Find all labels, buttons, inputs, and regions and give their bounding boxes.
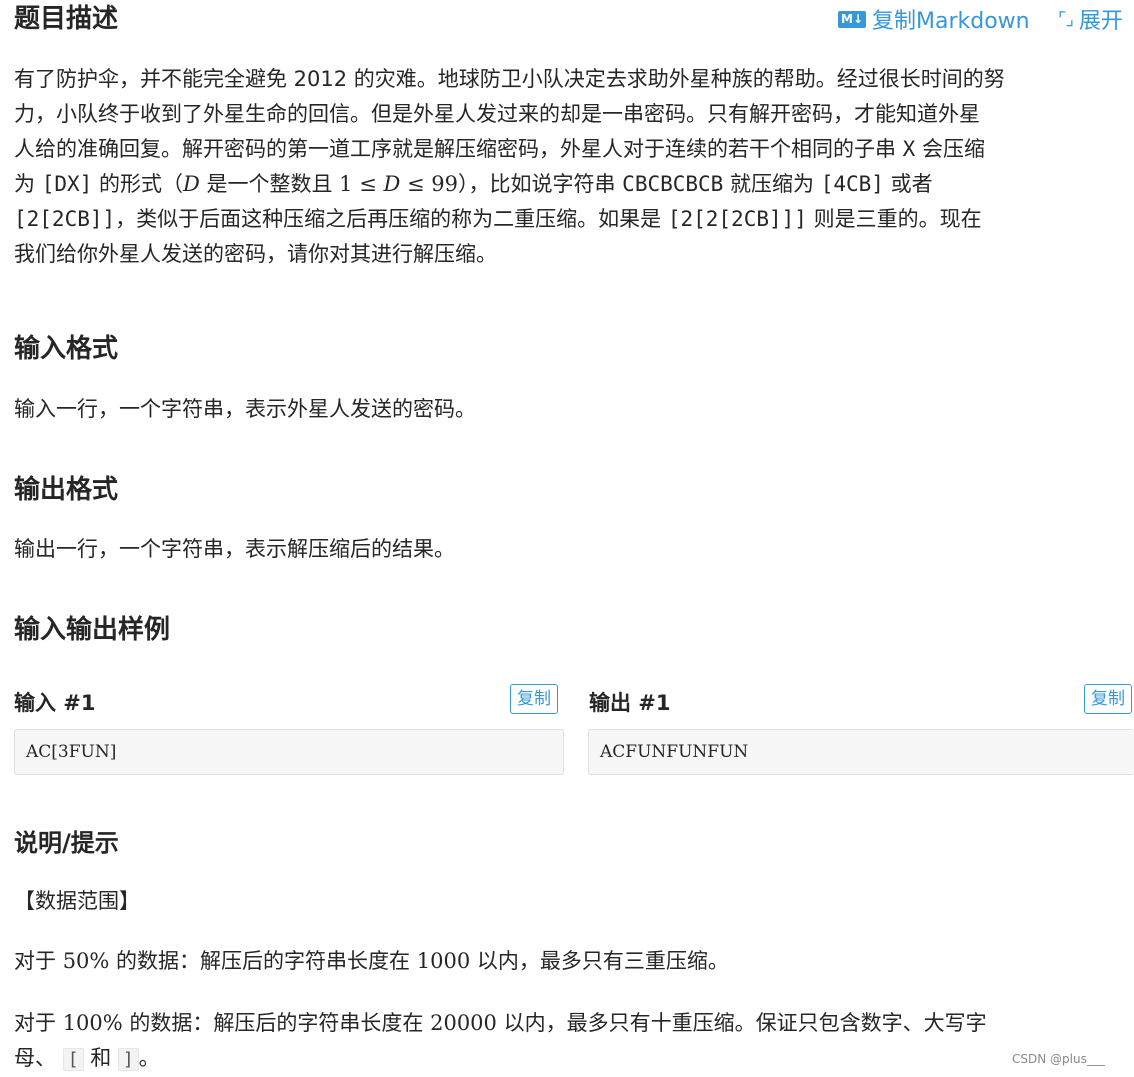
sample-output-box[interactable]: ACFUNFUNFUN [588,729,1134,775]
math-expr: 50% [62,949,110,973]
desc-text: 的形式（ [92,172,183,196]
math-var: D [182,172,200,196]
inline-code: CBCBCBCB [622,172,724,196]
inline-code: [4CB] [820,172,884,196]
copy-output-button[interactable]: 复制 [1084,684,1132,714]
samples-title: 输入输出样例 [14,615,171,645]
copy-input-button[interactable]: 复制 [510,684,558,714]
expand-icon: ⌜⌟ [1058,8,1074,30]
hint-text: 母、 [14,1046,56,1070]
desc-line: 有了防护伞，并不能完全避免 2012 的灾难。地球防卫小队决定去求助外星种族的帮… [14,67,1005,91]
expand-label: 展开 [1078,9,1123,34]
hint-text: 对于 [14,1011,63,1035]
math-expr: 20000 [430,1011,497,1035]
desc-text: 人给的准确回复。解开密码的第一道工序就是解压缩密码，外星人对于连续的若干个相同的… [14,137,903,161]
hint-line: 母、 [ 和 ]。 [14,1041,1134,1077]
hint-text: 以内，最多只有三重压缩。 [470,949,729,973]
inline-code: [2[2[2CB]]] [667,207,807,231]
hint-text: 对于 [14,949,63,973]
math-expr: 1000 [416,949,471,973]
desc-line: 为 [DX] 的形式（D 是一个整数且 1 ≤ D ≤ 99），比如说字符串 C… [14,167,1134,202]
data-range-title: 【数据范围】 [14,889,140,913]
desc-text: ，类似于后面这种压缩之后再压缩的称为二重压缩。如果是 [115,207,668,231]
math-var: D [383,172,401,196]
inline-code: ] [117,1048,139,1071]
input-format-title: 输入格式 [14,334,119,364]
input-format-text: 输入一行，一个字符串，表示外星人发送的密码。 [14,397,476,421]
problem-description: 有了防护伞，并不能完全避免 2012 的灾难。地球防卫小队决定去求助外星种族的帮… [14,62,1134,272]
desc-text: 或者 [883,172,933,196]
expand-link[interactable]: ⌜⌟ 展开 [1058,3,1123,35]
desc-line: 我们给你外星人发送的密码，请你对其进行解压缩。 [14,242,497,266]
output-format-title: 输出格式 [14,475,119,505]
hint-title: 说明/提示 [14,829,119,857]
inline-code: [DX] [41,172,93,196]
sample-input-label: 输入 #1 [14,691,96,715]
desc-text: 则是三重的。现在 [806,207,982,231]
hint-line-1: 对于 50% 的数据：解压后的字符串长度在 1000 以内，最多只有三重压缩。 [14,944,729,979]
desc-line: 人给的准确回复。解开密码的第一道工序就是解压缩密码，外星人对于连续的若干个相同的… [14,132,1134,167]
hint-text: 的数据：解压后的字符串长度在 [109,949,417,973]
math-expr: ≤ 99 [400,172,458,196]
desc-text: 为 [14,172,42,196]
page-title: 题目描述 [14,4,119,34]
inline-code: [2[2CB]] [14,207,116,231]
desc-text: 会压缩 [915,137,986,161]
hint-text: 的数据：解压后的字符串长度在 [122,1011,431,1035]
watermark: CSDN @plus___ [1012,1052,1105,1066]
sample-output-label: 输出 #1 [589,691,671,715]
hint-text: 和 [83,1046,118,1070]
inline-code: X [902,137,916,161]
hint-text: 以内，最多只有十重压缩。保证只包含数字、大写字 [496,1011,987,1035]
desc-text: 是一个整数且 [199,172,340,196]
hint-line: 对于 100% 的数据：解压后的字符串长度在 20000 以内，最多只有十重压缩… [14,1006,1134,1041]
markdown-icon: M↓ [838,10,866,28]
desc-text: ），比如说字符串 [457,172,623,196]
hint-text: 。 [138,1046,160,1070]
sample-input-box[interactable]: AC[3FUN] [14,729,564,775]
copy-markdown-link[interactable]: M↓ 复制Markdown [838,3,1030,35]
copy-markdown-label: 复制Markdown [872,9,1030,34]
hint-line-2: 对于 100% 的数据：解压后的字符串长度在 20000 以内，最多只有十重压缩… [14,1006,1134,1077]
math-expr: 100% [62,1011,123,1035]
desc-line: [2[2CB]]，类似于后面这种压缩之后再压缩的称为二重压缩。如果是 [2[2[… [14,202,1134,237]
output-format-text: 输出一行，一个字符串，表示解压缩后的结果。 [14,537,455,561]
desc-line: 力，小队终于收到了外星生命的回信。但是外星人发过来的却是一串密码。只有解开密码，… [14,102,980,126]
math-expr: 1 ≤ [339,172,384,196]
desc-text: 就压缩为 [723,172,821,196]
inline-code: [ [62,1048,84,1071]
